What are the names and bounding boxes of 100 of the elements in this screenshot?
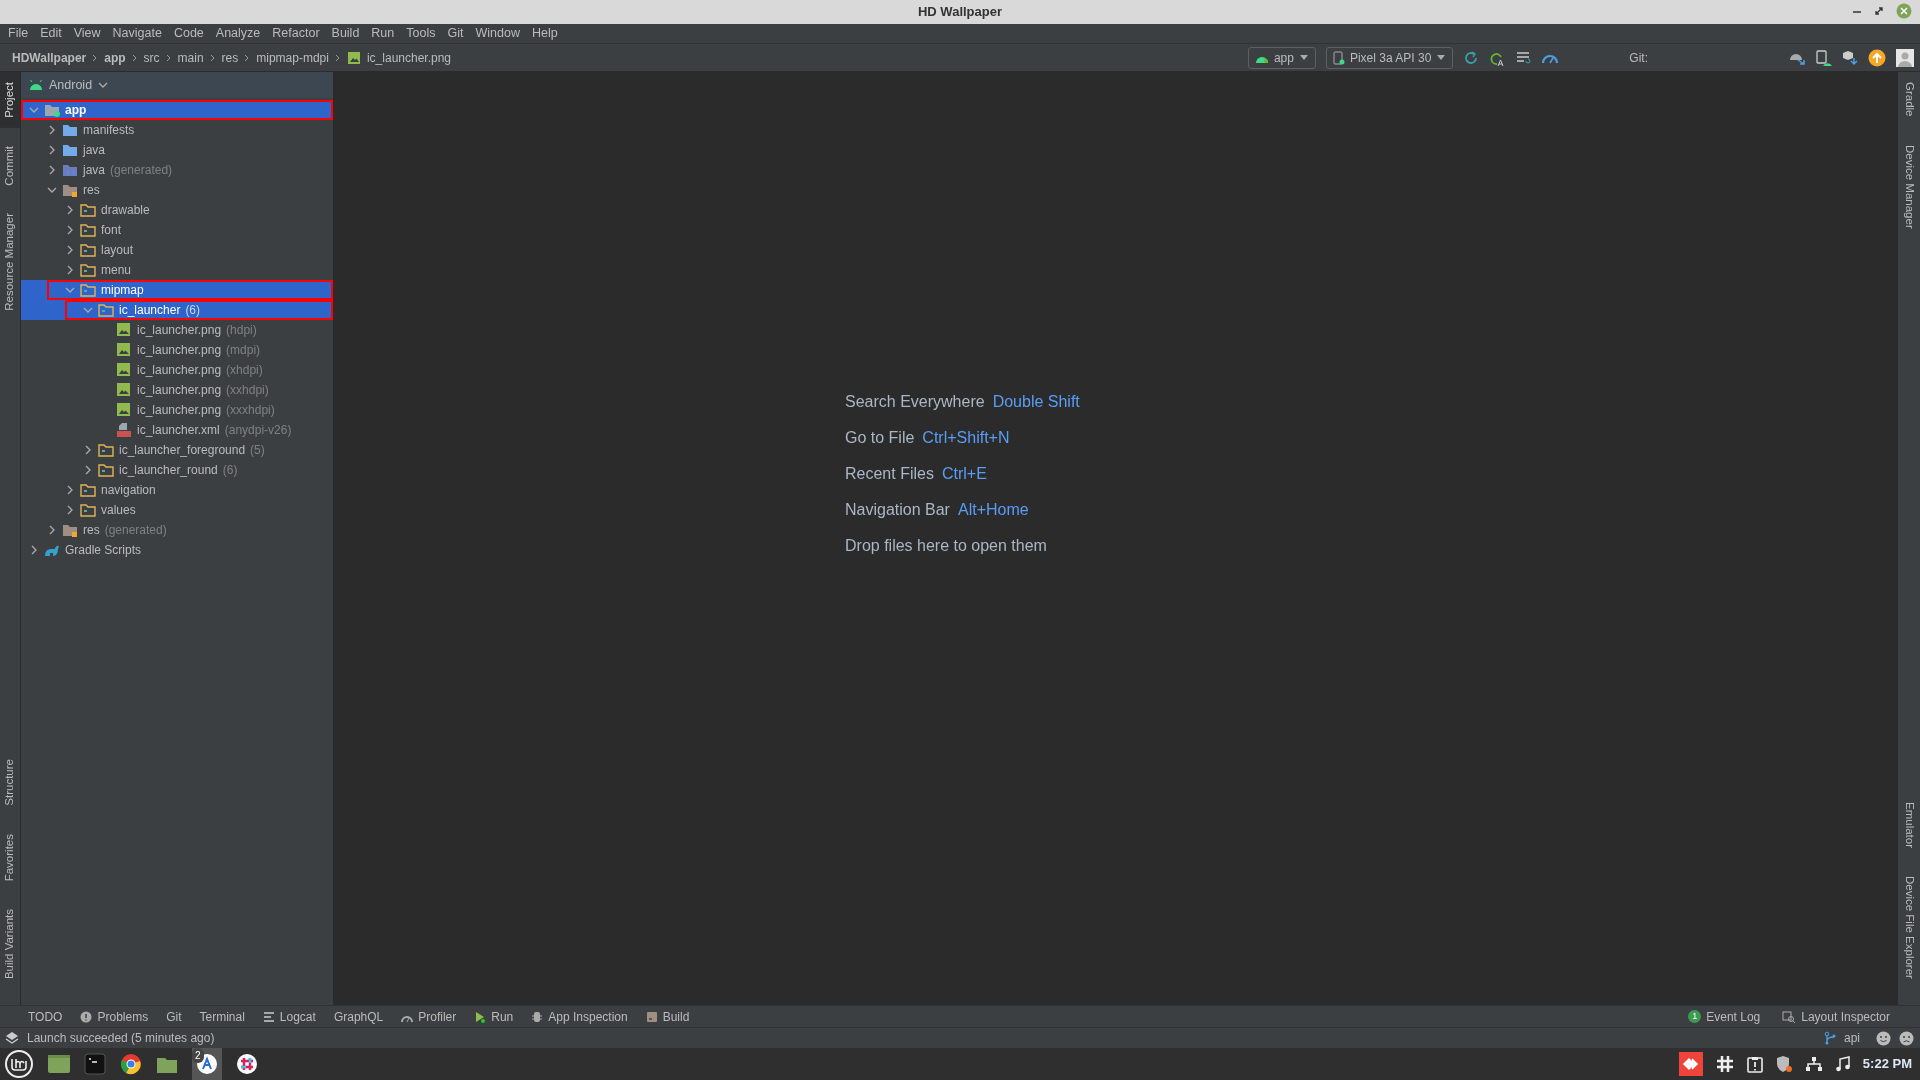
tree-item[interactable]: ic_launcher.png (xhdpi)	[21, 360, 333, 380]
device-dropdown[interactable]: Pixel 3a API 30	[1325, 46, 1454, 69]
tree-item[interactable]: ic_launcher_round (6)	[21, 460, 333, 480]
tool-window-tab[interactable]: Gradle	[1898, 72, 1920, 127]
tool-window-tab[interactable]: Emulator	[1898, 792, 1920, 859]
device-manager-icon[interactable]	[1816, 49, 1832, 66]
main-menu-entry[interactable]: Analyze	[215, 24, 261, 43]
tool-window-tab[interactable]: Commit	[0, 135, 20, 196]
tree-item[interactable]: ic_launcher.xml (anydpi-v26)	[21, 420, 333, 440]
breadcrumb-item[interactable]: res	[221, 48, 239, 67]
remote-desktop-icon[interactable]	[1678, 1052, 1703, 1076]
chevron-right-icon[interactable]	[65, 225, 75, 235]
tool-window-button[interactable]: App Inspection	[531, 1007, 628, 1026]
browser-icon[interactable]	[120, 1053, 142, 1075]
avatar-icon[interactable]	[1896, 48, 1914, 67]
run-configuration-dropdown[interactable]: app	[1247, 46, 1316, 69]
tool-window-button[interactable]: Problems	[80, 1007, 149, 1026]
chevron-right-icon[interactable]	[47, 165, 57, 175]
chevron-right-icon[interactable]	[47, 145, 57, 155]
tree-item[interactable]: res (generated)	[21, 520, 333, 540]
maximize-icon[interactable]	[1874, 6, 1884, 16]
main-menu-entry[interactable]: Git	[447, 24, 464, 43]
chevron-down-icon[interactable]	[47, 185, 57, 195]
tree-item[interactable]: app	[21, 100, 333, 120]
tool-window-tab[interactable]: Device File Explorer	[1898, 866, 1920, 989]
tree-item[interactable]: java (generated)	[21, 160, 333, 180]
tree-item[interactable]: res	[21, 180, 333, 200]
close-icon[interactable]	[1896, 3, 1912, 19]
restart-icon[interactable]	[1463, 49, 1480, 66]
sdk-download-icon[interactable]	[1842, 49, 1858, 66]
tool-window-button[interactable]: 1 Event Log	[1688, 1007, 1761, 1026]
tool-window-button[interactable]: GraphQL	[333, 1007, 384, 1026]
chevron-right-icon[interactable]	[83, 445, 93, 455]
layers-icon[interactable]	[5, 1031, 19, 1045]
tool-window-tab[interactable]: Project	[0, 72, 20, 128]
breadcrumb-item[interactable]: HDWallpaper	[12, 48, 87, 67]
tool-window-tab[interactable]: Device Manager	[1898, 134, 1920, 239]
project-view-selector[interactable]: Android	[49, 75, 93, 95]
tree-item[interactable]: ic_launcher (6)	[21, 300, 333, 320]
tree-item[interactable]: drawable	[21, 200, 333, 220]
tree-item[interactable]: menu	[21, 260, 333, 280]
tree-item[interactable]: ic_launcher_foreground (5)	[21, 440, 333, 460]
tool-window-tab[interactable]: Favorites	[0, 823, 20, 891]
git-branch[interactable]: api	[1844, 1029, 1860, 1047]
breadcrumb-item[interactable]: app	[104, 48, 126, 67]
main-menu-entry[interactable]: Code	[173, 24, 204, 43]
tool-window-button[interactable]: Git	[166, 1007, 182, 1026]
tool-window-button[interactable]: Terminal	[199, 1007, 245, 1026]
tree-item[interactable]: ic_launcher.png (xxxhdpi)	[21, 400, 333, 420]
chevron-right-icon[interactable]	[65, 505, 75, 515]
hash-icon[interactable]	[1714, 1054, 1735, 1074]
main-menu-entry[interactable]: Run	[371, 24, 395, 43]
tree-item[interactable]: java	[21, 140, 333, 160]
clock[interactable]: 5:22 PM	[1862, 1054, 1912, 1074]
smiley-icon[interactable]	[1876, 1030, 1891, 1046]
tree-item[interactable]: navigation	[21, 480, 333, 500]
main-menu-entry[interactable]: Edit	[40, 24, 62, 43]
chevron-right-icon[interactable]	[65, 205, 75, 215]
tree-item[interactable]: ic_launcher.png (xxhdpi)	[21, 380, 333, 400]
tree-item[interactable]: ic_launcher.png (hdpi)	[21, 320, 333, 340]
main-menu-entry[interactable]: Refactor	[272, 24, 320, 43]
chevron-right-icon[interactable]	[47, 125, 57, 135]
tool-window-button[interactable]: Run	[474, 1007, 514, 1026]
main-menu-entry[interactable]: Build	[331, 24, 360, 43]
tool-window-button[interactable]: Build	[645, 1007, 690, 1026]
chevron-right-icon[interactable]	[65, 485, 75, 495]
tool-window-tab[interactable]: Structure	[0, 748, 20, 816]
main-menu-entry[interactable]: File	[8, 24, 29, 43]
tool-window-button[interactable]: TODO	[28, 1007, 63, 1026]
tool-window-button[interactable]: Layout Inspector	[1782, 1007, 1890, 1026]
breadcrumb-item[interactable]: ic_launcher.png	[366, 48, 452, 67]
clipboard-alert-icon[interactable]	[1746, 1055, 1763, 1073]
shield-icon[interactable]	[1774, 1055, 1793, 1073]
main-menu-entry[interactable]: Navigate	[112, 24, 162, 43]
tree-item[interactable]: manifests	[21, 120, 333, 140]
main-menu-entry[interactable]: Tools	[406, 24, 436, 43]
network-icon[interactable]	[1804, 1056, 1823, 1072]
sad-face-icon[interactable]	[1899, 1030, 1914, 1046]
tree-item[interactable]: ic_launcher.png (mdpi)	[21, 340, 333, 360]
taskbar-app[interactable]: 2	[192, 1048, 222, 1080]
tree-item[interactable]: font	[21, 220, 333, 240]
tree-item[interactable]: mipmap	[21, 280, 333, 300]
window-icon[interactable]	[48, 1054, 70, 1074]
chevron-right-icon[interactable]	[83, 465, 93, 475]
breadcrumb-item[interactable]: mipmap-mdpi	[256, 48, 329, 67]
tool-window-tab[interactable]: Build Variants	[0, 898, 20, 989]
tool-window-tab[interactable]: Resource Manager	[0, 203, 20, 322]
music-note-icon[interactable]	[1834, 1056, 1851, 1072]
chevron-down-icon[interactable]	[98, 81, 109, 89]
breadcrumb-item[interactable]: main	[177, 48, 204, 67]
breadcrumb-item[interactable]: src	[143, 48, 160, 67]
main-menu-entry[interactable]: View	[73, 24, 101, 43]
main-menu-entry[interactable]: Help	[531, 24, 558, 43]
chevron-right-icon[interactable]	[65, 265, 75, 275]
chevron-right-icon[interactable]	[29, 545, 39, 555]
chevron-right-icon[interactable]	[47, 525, 57, 535]
tree-item[interactable]: values	[21, 500, 333, 520]
tool-window-button[interactable]: Logcat	[262, 1007, 316, 1026]
terminal-icon[interactable]	[84, 1053, 106, 1075]
main-menu-entry[interactable]: Window	[475, 24, 520, 43]
